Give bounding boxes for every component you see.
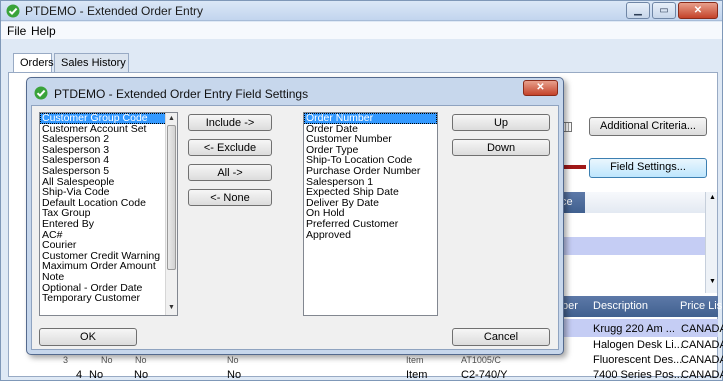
selected-field-item[interactable]: Order Number [304,113,437,124]
col-description-header: Description [593,300,649,312]
order-line-c2: No [134,369,149,381]
order-line-item: C2-740/Y [461,369,508,381]
upper-grid-scrollbar[interactable]: ▲ ▼ [705,192,717,293]
order-line-partial-type: Item [406,355,424,365]
maximize-button[interactable]: ▭ [652,2,676,19]
order-line-number: 4 [76,369,83,381]
menu-file[interactable]: File [7,24,26,38]
additional-criteria-button[interactable]: Additional Criteria... [589,117,707,136]
exclude-button[interactable]: <- Exclude [188,139,272,156]
selected-field-item[interactable]: Purchase Order Number [304,166,437,177]
line-desc-4: 7400 Series Pos... [593,369,683,381]
available-field-item[interactable]: Temporary Customer [40,293,177,304]
grid-header-partial: ce [561,192,585,213]
selected-fields-list[interactable]: Order Number Order Date Customer Number Ord… [303,112,438,316]
col-number-header: ber [562,300,578,312]
order-line-partial-c3: No [227,355,239,365]
line-price-1: CANADA [681,323,723,335]
line-price-2: CANADA [681,339,723,351]
selected-field-item[interactable]: Preferred Customer [304,219,437,230]
tab-orders[interactable]: Orders [13,53,54,73]
cancel-button[interactable]: Cancel [452,328,550,346]
dialog-close-button[interactable]: ✕ [523,80,558,96]
col-price-list-header: Price Lis [680,300,723,312]
maximize-icon: ▭ [659,5,669,16]
line-desc-2: Halogen Desk Li... [593,339,683,351]
move-down-button[interactable]: Down [452,139,550,156]
exclude-all-button[interactable]: <- None [188,189,272,206]
field-settings-dialog: PTDEMO - Extended Order Entry Field Sett… [26,77,564,355]
dialog-body: Customer Group Code Customer Account Set S… [31,105,559,350]
minimize-icon: ▁ [634,5,642,16]
scroll-thumb[interactable] [167,125,176,270]
order-line-c3: No [227,369,242,381]
tab-sales-history[interactable]: Sales History [54,53,129,72]
dialog-check-icon [34,86,48,100]
line-price-4: CANADA [681,369,723,381]
lines-grid-header: ber Description Price Lis [561,296,722,317]
available-field-item[interactable]: Salesperson 5 [40,166,177,177]
order-line-partial-item: AT1005/C [461,355,501,365]
scroll-down-icon: ▼ [168,304,175,311]
scroll-down-icon: ▼ [709,278,716,285]
order-line-partial: 3 [63,355,68,365]
line-desc-3: Fluorescent Des... [593,354,683,366]
ok-button[interactable]: OK [39,328,137,346]
available-field-item[interactable]: Customer Group Code [40,113,177,124]
line-price-3: CANADA [681,354,723,366]
available-field-item[interactable]: Note [40,272,177,283]
close-icon: ✕ [536,82,545,93]
available-field-item[interactable]: Entered By [40,219,177,230]
grid-highlight-row[interactable] [561,237,705,255]
dialog-title: PTDEMO - Extended Order Entry Field Sett… [54,87,309,101]
line-desc-1: Krugg 220 Am ... [593,323,675,335]
menu-help[interactable]: Help [31,24,56,38]
minimize-button[interactable]: ▁ [626,2,650,19]
window-title: PTDEMO - Extended Order Entry [25,4,204,18]
scroll-up-icon: ▲ [709,194,716,201]
field-settings-button[interactable]: Field Settings... [589,158,707,178]
available-fields-scrollbar[interactable]: ▲ ▼ [165,113,177,315]
order-line-type: Item [406,369,428,381]
available-fields-list[interactable]: Customer Group Code Customer Account Set S… [39,112,178,316]
include-all-button[interactable]: All -> [188,164,272,181]
close-button[interactable]: ✕ [678,2,718,19]
selected-field-item[interactable]: Approved [304,229,437,241]
grid-header-blank [585,192,705,213]
include-button[interactable]: Include -> [188,114,272,131]
scroll-up-icon: ▲ [168,115,175,122]
app-check-icon [6,4,20,18]
close-icon: ✕ [693,5,703,16]
window-titlebar[interactable]: PTDEMO - Extended Order Entry ▁ ▭ ✕ [1,1,722,21]
dialog-titlebar[interactable]: PTDEMO - Extended Order Entry Field Sett… [27,78,563,105]
menu-bar: File Help [1,22,722,39]
order-line-partial-c2: No [135,355,147,365]
move-up-button[interactable]: Up [452,114,550,131]
order-line-c1: No [89,369,104,381]
order-line-partial-c1: No [101,355,113,365]
order-line-partial-no: 3 [63,355,69,365]
